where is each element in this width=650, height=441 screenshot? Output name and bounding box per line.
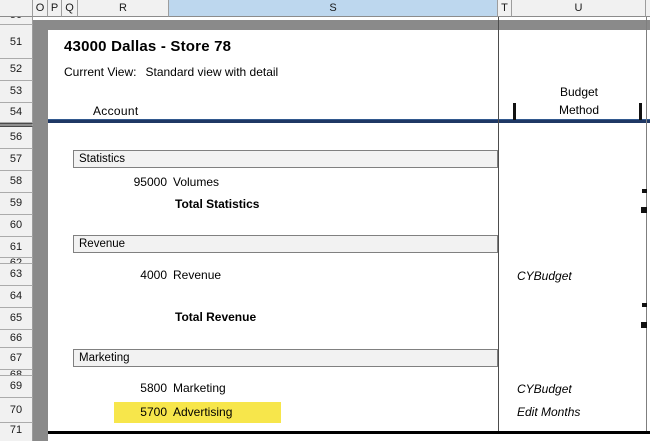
account-name-cell[interactable]: Volumes xyxy=(173,175,219,190)
account-code-cell[interactable]: 4000 xyxy=(78,268,167,283)
row-header-58[interactable]: 58 xyxy=(0,171,33,193)
column-header-s-selected[interactable]: S xyxy=(169,0,498,17)
column-header-t[interactable]: T xyxy=(498,0,512,17)
row-header-70[interactable]: 70 xyxy=(0,398,33,423)
right-edge-gridline xyxy=(646,17,647,432)
current-view-label: Current View: xyxy=(64,65,136,79)
budget-method-caption-line2[interactable]: Method xyxy=(512,103,646,117)
page-left-border xyxy=(33,20,48,441)
column-header-q[interactable]: Q xyxy=(62,0,78,17)
section-header-revenue[interactable]: Revenue xyxy=(73,235,498,253)
section-header-marketing[interactable]: Marketing xyxy=(73,349,498,367)
row-header-57[interactable]: 57 xyxy=(0,149,33,171)
account-code-cell[interactable]: 95000 xyxy=(78,175,167,190)
row-header-64[interactable]: 64 xyxy=(0,286,33,308)
row-header-66[interactable]: 66 xyxy=(0,330,33,348)
column-header-label: O xyxy=(36,2,45,14)
account-column-caption[interactable]: Account xyxy=(93,104,138,118)
row-header-67[interactable]: 67 xyxy=(0,348,33,370)
account-name-cell[interactable]: Revenue xyxy=(173,268,221,283)
cell-border-tick xyxy=(642,189,647,193)
account-code-cell-highlighted[interactable]: 5700 xyxy=(78,405,167,420)
report-title-cell[interactable]: 43000 Dallas - Store 78 xyxy=(64,38,231,55)
budget-method-cell[interactable]: Edit Months xyxy=(517,405,580,420)
row-header-56[interactable]: 56 xyxy=(0,127,33,149)
page-top-border xyxy=(33,20,650,30)
budget-method-cell[interactable]: CYBudget xyxy=(517,269,572,284)
column-t-gridline xyxy=(498,17,499,432)
row-header-59[interactable]: 59 xyxy=(0,193,33,215)
budget-method-cell[interactable]: CYBudget xyxy=(517,382,572,397)
row-header-50[interactable]: 50 xyxy=(0,17,33,25)
row-header-51[interactable]: 51 xyxy=(0,25,33,59)
header-underline-rule xyxy=(48,119,650,123)
total-statistics-cell[interactable]: Total Statistics xyxy=(175,197,259,212)
column-header-label: P xyxy=(51,2,58,14)
select-all-corner[interactable] xyxy=(0,0,33,17)
column-header-label: T xyxy=(501,2,508,14)
total-revenue-cell[interactable]: Total Revenue xyxy=(175,310,256,325)
spreadsheet-view: O P Q R S T U 50 51 52 53 54 55 56 57 58… xyxy=(0,0,650,441)
section-header-statistics[interactable]: Statistics xyxy=(73,150,498,168)
cell-border-tick xyxy=(642,303,647,307)
row-header-61[interactable]: 61 xyxy=(0,237,33,258)
column-header-p[interactable]: P xyxy=(48,0,62,17)
current-view-value: Standard view with detail xyxy=(145,65,278,79)
cell-border-tick xyxy=(513,103,516,120)
column-header-o[interactable]: O xyxy=(33,0,48,17)
column-header-label: R xyxy=(119,2,127,14)
budget-method-caption-line1[interactable]: Budget xyxy=(512,85,646,99)
row-header-54[interactable]: 54 xyxy=(0,103,33,123)
row-header-52[interactable]: 52 xyxy=(0,59,33,81)
column-header-filler xyxy=(646,0,650,17)
column-header-label: S xyxy=(329,2,336,14)
row-header-60[interactable]: 60 xyxy=(0,215,33,237)
cell-border-tick xyxy=(639,103,642,120)
column-header-u[interactable]: U xyxy=(512,0,646,17)
row-header-53[interactable]: 53 xyxy=(0,81,33,103)
row-header-65[interactable]: 65 xyxy=(0,308,33,330)
row-header-63[interactable]: 63 xyxy=(0,264,33,286)
column-header-r[interactable]: R xyxy=(78,0,169,17)
column-header-label: Q xyxy=(65,2,74,14)
account-name-cell[interactable]: Marketing xyxy=(173,381,226,396)
row-header-69[interactable]: 69 xyxy=(0,376,33,398)
cell-border-tick xyxy=(641,207,647,213)
cell-border-tick xyxy=(641,322,647,328)
print-area-bottom-border xyxy=(48,431,650,434)
column-header-label: U xyxy=(575,2,583,14)
account-name-cell-highlighted[interactable]: Advertising xyxy=(173,405,232,420)
account-code-cell[interactable]: 5800 xyxy=(78,381,167,396)
current-view-cell[interactable]: Current View: Standard view with detail xyxy=(64,65,278,79)
row-header-71[interactable]: 71 xyxy=(0,423,33,441)
